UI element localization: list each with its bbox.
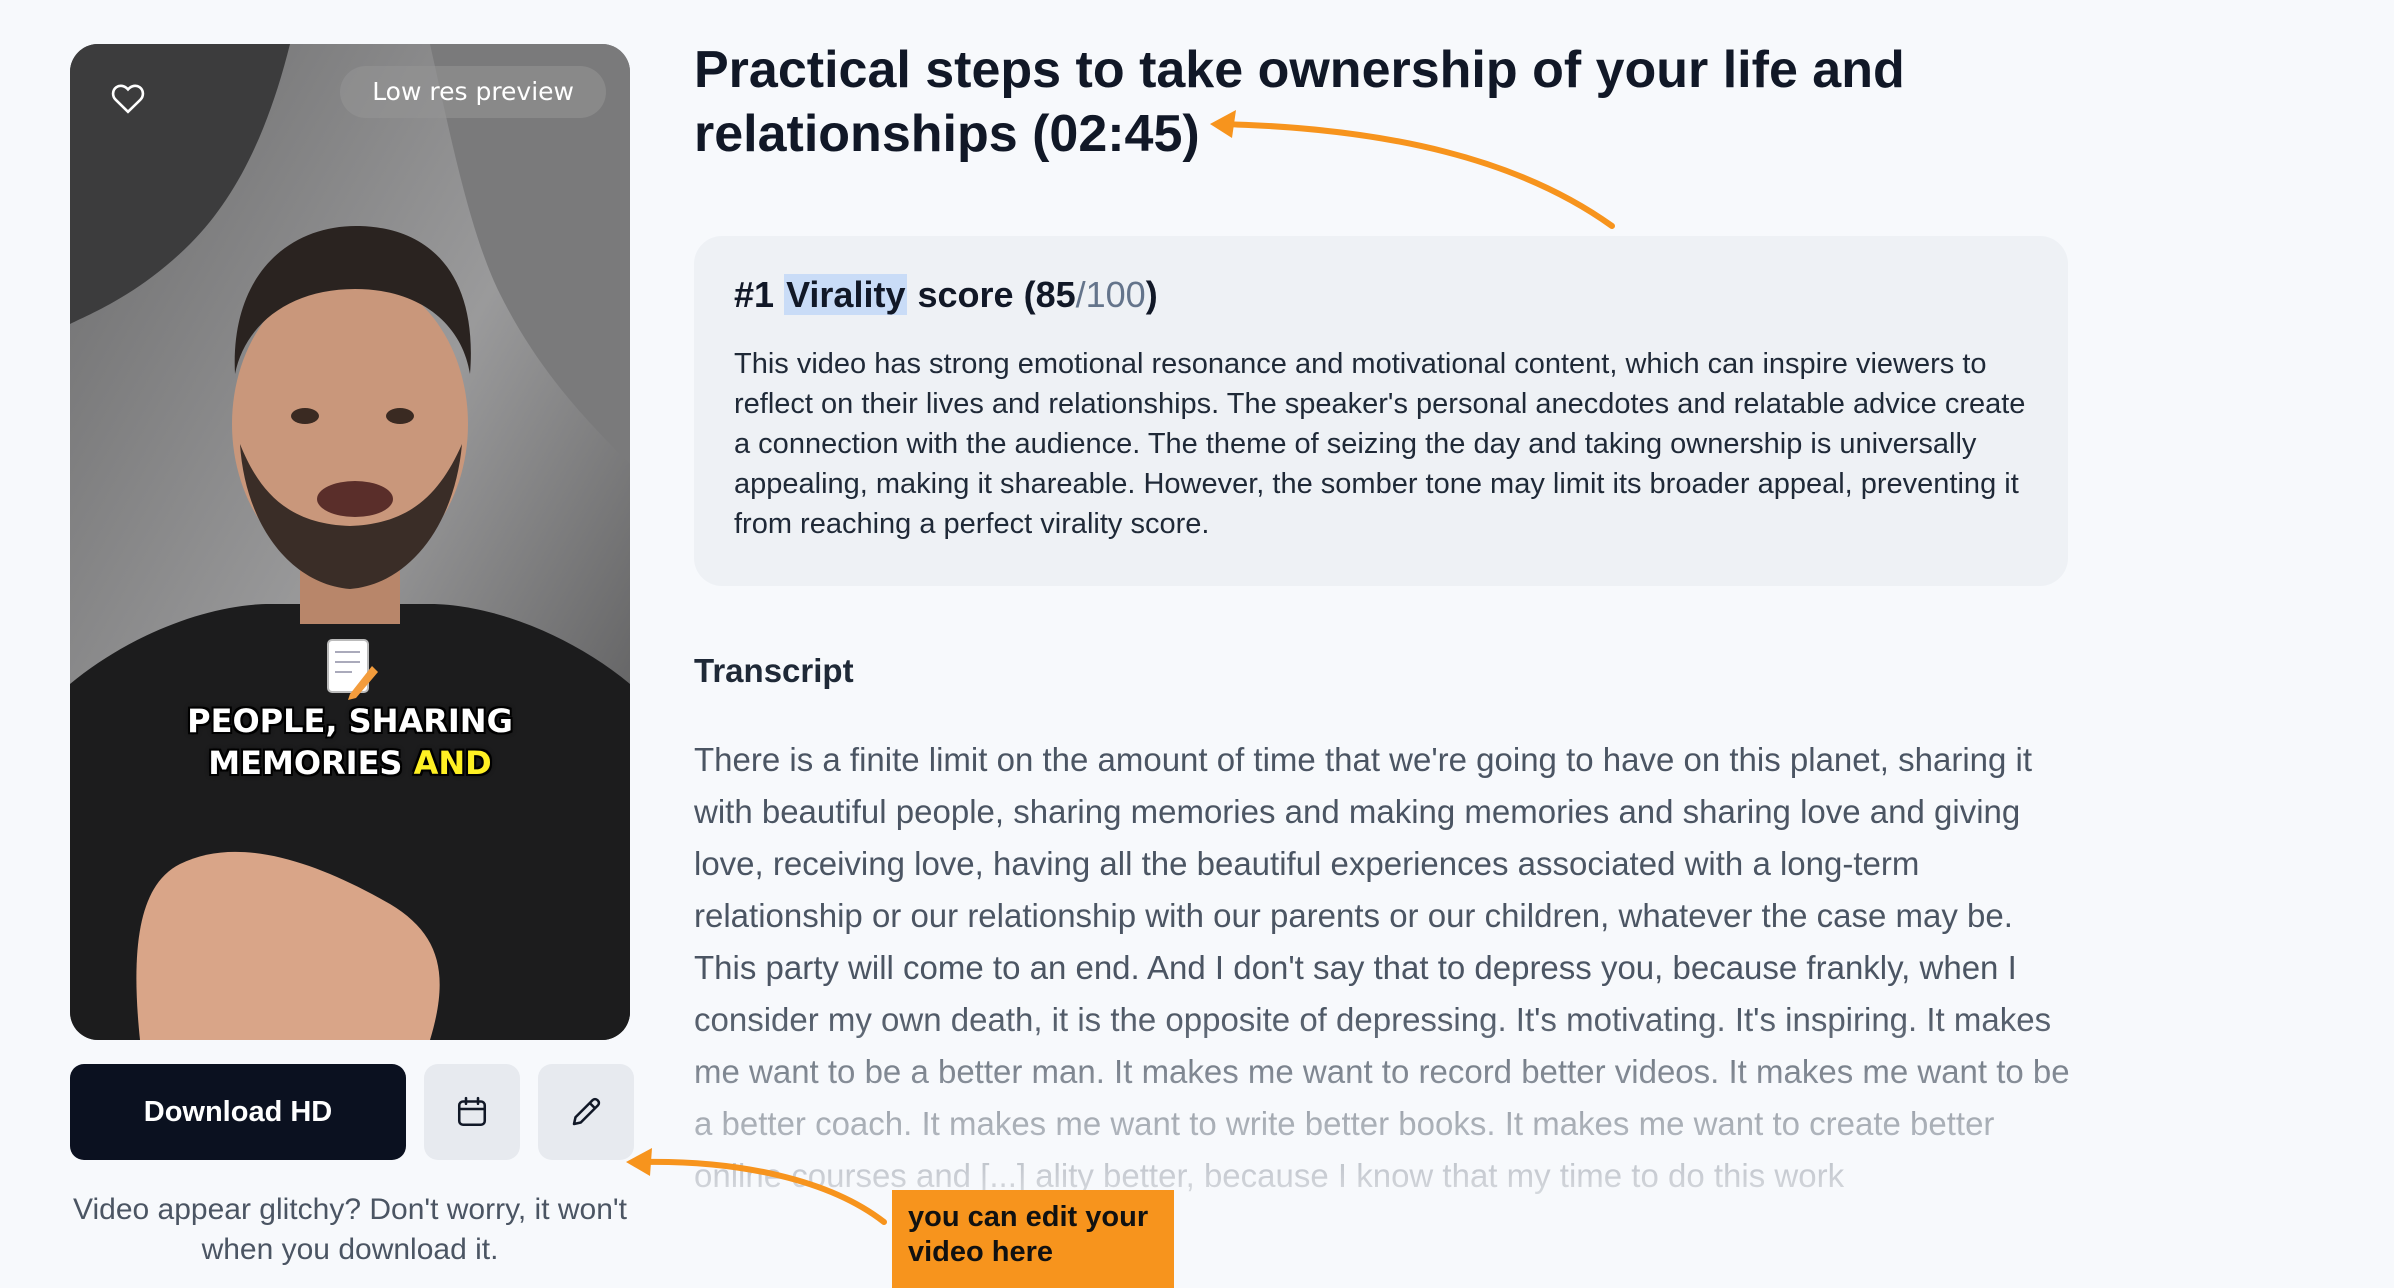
caption-line-2: MEMORIES AND <box>70 742 630 784</box>
schedule-button[interactable] <box>424 1064 520 1160</box>
download-hd-button[interactable]: Download HD <box>70 1064 406 1160</box>
pencil-icon <box>572 1097 601 1126</box>
low-res-badge: Low res preview <box>340 66 606 118</box>
virality-score-heading: #1 Virality score (85/100) <box>734 272 2028 318</box>
clip-title: Practical steps to take ownership of you… <box>694 41 1905 163</box>
favorite-button[interactable] <box>98 68 158 128</box>
edit-callout: you can edit your video here <box>892 1190 1174 1288</box>
virality-label: Virality <box>784 274 908 315</box>
heart-icon <box>111 84 145 114</box>
edit-button[interactable] <box>538 1064 634 1160</box>
virality-close: ) <box>1145 274 1158 315</box>
virality-score-card: #1 Virality score (85/100) This video ha… <box>694 236 2068 586</box>
caption-highlight-word: AND <box>413 744 492 782</box>
transcript-text: There is a finite limit on the amount of… <box>694 741 2070 1194</box>
video-actions: Download HD <box>70 1064 634 1160</box>
caption-line-1: PEOPLE, SHARING <box>187 702 513 740</box>
video-frame <box>70 44 630 1040</box>
memo-emoji-icon <box>327 639 378 700</box>
transcript-heading: Transcript <box>694 652 854 689</box>
virality-description: This video has strong emotional resonanc… <box>734 348 2026 540</box>
virality-score: 85 <box>1035 274 1076 315</box>
virality-max: /100 <box>1075 274 1146 315</box>
virality-suffix: score ( <box>917 274 1036 315</box>
video-preview[interactable]: Low res preview PEOPLE, SHARING MEMORIES… <box>70 44 630 1040</box>
virality-rank: #1 <box>734 274 775 315</box>
calendar-icon <box>457 1096 487 1127</box>
caption-word: MEMORIES <box>208 744 403 782</box>
glitch-note: Video appear glitchy? Don't worry, it wo… <box>73 1193 627 1266</box>
video-caption: PEOPLE, SHARING MEMORIES AND <box>70 700 630 784</box>
